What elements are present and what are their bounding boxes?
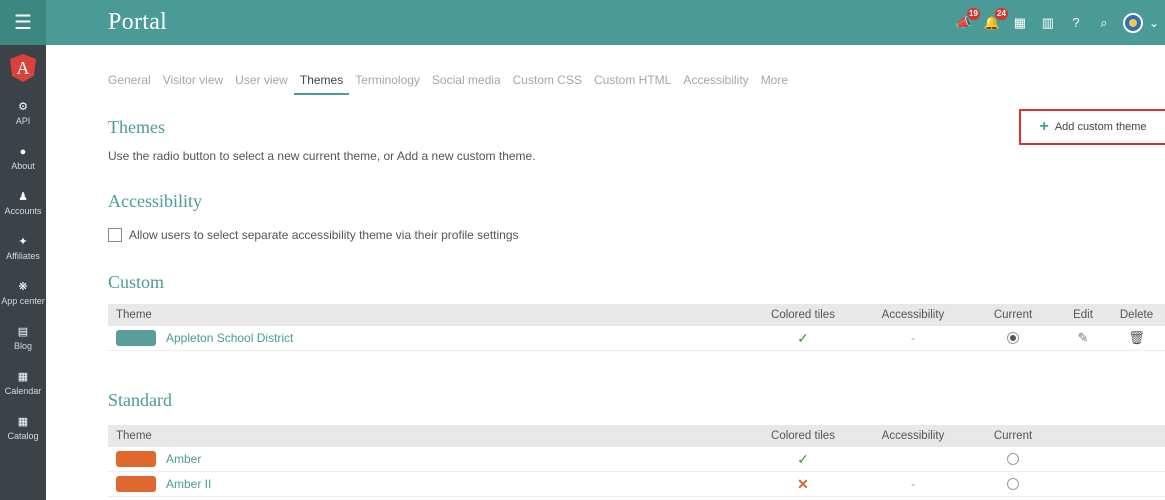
- tab-more[interactable]: More: [755, 73, 794, 95]
- sidebar-item-api[interactable]: ⚙ API: [0, 91, 46, 136]
- info-icon: ●: [19, 146, 27, 158]
- check-icon: ✓: [797, 450, 809, 467]
- tab-social-media[interactable]: Social media: [426, 73, 507, 95]
- col-delete: Delete: [1119, 309, 1154, 321]
- table-row: Appleton School District ✓ - ✎ 🗑: [108, 326, 1165, 351]
- top-icons: 📣 19 🔔 24 ▦ ▥ ? ⌕ ⌄: [955, 0, 1165, 45]
- cross-icon: ✕: [797, 475, 809, 492]
- current-radio[interactable]: [1007, 453, 1019, 465]
- pencil-icon[interactable]: ✎: [1078, 330, 1089, 345]
- col-theme: Theme: [116, 430, 152, 442]
- col-current: Current: [993, 309, 1033, 321]
- accessibility-checkbox[interactable]: [108, 228, 122, 242]
- col-colored-tiles: Colored tiles: [771, 309, 835, 321]
- blog-icon: ▤: [17, 326, 29, 338]
- sidebar-item-app-center[interactable]: ❋ App center: [0, 271, 46, 316]
- col-colored-tiles: Colored tiles: [771, 430, 835, 442]
- grid-icon: ▦: [17, 416, 29, 428]
- sidebar-item-label: Blog: [13, 341, 32, 351]
- sidebar-item-label: API: [15, 116, 31, 126]
- handshake-icon: ✦: [18, 236, 28, 248]
- avatar[interactable]: [1122, 12, 1143, 33]
- sidebar-item-calendar[interactable]: ▦ Calendar: [0, 361, 46, 406]
- building-icon[interactable]: ▥: [1039, 14, 1057, 32]
- accessibility-value: -: [911, 477, 915, 491]
- table-header: Theme Colored tiles Accessibility Curren…: [108, 304, 1165, 326]
- tab-custom-css[interactable]: Custom CSS: [507, 73, 588, 95]
- sidebar-item-catalog[interactable]: ▦ Catalog: [0, 406, 46, 451]
- sidebar-item-label: Catalog: [7, 431, 39, 441]
- megaphone-icon[interactable]: 📣 19: [955, 7, 980, 32]
- col-accessibility: Accessibility: [881, 309, 945, 321]
- main-content: General Visitor view User view Themes Te…: [46, 45, 1165, 500]
- notification-badge: 19: [967, 7, 980, 20]
- logo-letter: A: [10, 54, 36, 82]
- theme-name-link[interactable]: Amber II: [166, 477, 211, 491]
- accessibility-value: -: [911, 331, 915, 345]
- tab-general[interactable]: General: [108, 73, 157, 95]
- sidebar-item-label: Calendar: [4, 386, 42, 396]
- standard-heading: Standard: [108, 390, 172, 410]
- top-bar: ☰ Portal 📣 19 🔔 24 ▦ ▥ ? ⌕ ⌄: [0, 0, 1165, 45]
- app-logo[interactable]: A: [0, 45, 46, 91]
- accessibility-checkbox-label: Allow users to select separate accessibi…: [129, 228, 519, 242]
- theme-color-swatch: [116, 451, 156, 467]
- themes-heading: Themes: [108, 117, 165, 137]
- tab-custom-html[interactable]: Custom HTML: [588, 73, 677, 95]
- col-theme: Theme: [116, 309, 152, 321]
- check-icon: ✓: [797, 329, 809, 346]
- standard-themes-table: Theme Colored tiles Accessibility Curren…: [108, 425, 1165, 497]
- notification-badge: 24: [995, 7, 1008, 20]
- tab-accessibility[interactable]: Accessibility: [677, 73, 754, 95]
- sidebar-item-affiliates[interactable]: ✦ Affiliates: [0, 226, 46, 271]
- app-title: Portal: [108, 9, 168, 35]
- sidebar-item-label: App center: [1, 296, 45, 306]
- theme-color-swatch: [116, 476, 156, 492]
- bell-icon[interactable]: 🔔 24: [983, 7, 1008, 32]
- accessibility-heading: Accessibility: [108, 191, 202, 211]
- theme-color-swatch: [116, 330, 156, 346]
- gear-icon: ⚙: [18, 101, 28, 113]
- custom-heading: Custom: [108, 272, 165, 292]
- table-row: Amber II ✕ -: [108, 472, 1165, 497]
- users-icon: ♟: [18, 191, 28, 203]
- calendar-icon: ▦: [17, 371, 29, 383]
- table-row: Amber ✓: [108, 447, 1165, 472]
- theme-name-link[interactable]: Amber: [166, 452, 201, 466]
- sidebar-item-accounts[interactable]: ♟ Accounts: [0, 181, 46, 226]
- add-custom-theme-button[interactable]: + Add custom theme: [1019, 109, 1165, 145]
- add-custom-theme-label: Add custom theme: [1054, 121, 1147, 133]
- search-icon[interactable]: ⌕: [1095, 14, 1113, 32]
- tab-user-view[interactable]: User view: [229, 73, 294, 95]
- plus-icon: +: [1039, 118, 1049, 135]
- col-edit: Edit: [1073, 309, 1093, 321]
- current-radio-selected[interactable]: [1007, 332, 1019, 344]
- trash-icon[interactable]: 🗑: [1128, 330, 1145, 345]
- custom-themes-table: Theme Colored tiles Accessibility Curren…: [108, 304, 1165, 351]
- sidebar-item-label: About: [11, 161, 35, 171]
- tab-themes[interactable]: Themes: [293, 73, 350, 95]
- help-icon[interactable]: ?: [1067, 14, 1085, 32]
- apps-icon: ❋: [18, 281, 28, 293]
- col-current: Current: [993, 430, 1033, 442]
- settings-tabs: General Visitor view User view Themes Te…: [108, 73, 794, 95]
- chevron-down-icon[interactable]: ⌄: [1149, 16, 1159, 30]
- sidebar: A ⚙ API ● About ♟ Accounts ✦ Affiliates …: [0, 45, 46, 500]
- accessibility-option: Allow users to select separate accessibi…: [108, 228, 519, 242]
- hamburger-menu-icon[interactable]: ☰: [0, 0, 46, 45]
- tab-visitor-view[interactable]: Visitor view: [157, 73, 229, 95]
- table-header: Theme Colored tiles Accessibility Curren…: [108, 425, 1165, 447]
- tab-terminology[interactable]: Terminology: [349, 73, 426, 95]
- sidebar-item-blog[interactable]: ▤ Blog: [0, 316, 46, 361]
- sidebar-item-about[interactable]: ● About: [0, 136, 46, 181]
- sidebar-item-label: Affiliates: [6, 251, 40, 261]
- current-radio[interactable]: [1007, 478, 1019, 490]
- sidebar-item-label: Accounts: [4, 206, 42, 216]
- calendar-icon[interactable]: ▦: [1011, 14, 1029, 32]
- theme-name-link[interactable]: Appleton School District: [166, 331, 293, 345]
- themes-description: Use the radio button to select a new cur…: [108, 149, 536, 163]
- col-accessibility: Accessibility: [881, 430, 945, 442]
